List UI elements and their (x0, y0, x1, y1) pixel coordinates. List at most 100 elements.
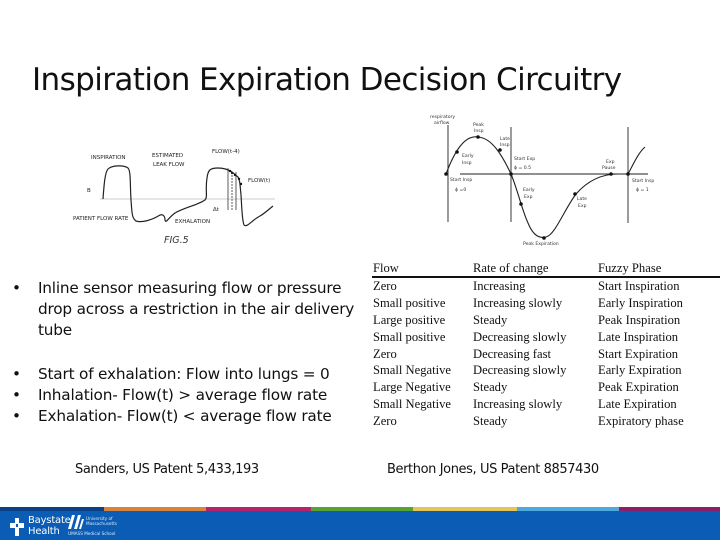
cell-flow: Large Negative (373, 380, 451, 395)
point-peak-exp (542, 236, 546, 240)
flow-waveform (102, 165, 274, 227)
label-flow-t: FLOW(t) (248, 178, 270, 184)
citation-berthon-jones: Berthon Jones, US Patent 8857430 (387, 462, 599, 477)
label-airflow: airflow (434, 120, 450, 126)
fuzzy-phase-table: Flow Rate of change Fuzzy Phase Zero Inc… (372, 262, 720, 428)
point-start-insp-2 (626, 172, 630, 176)
point-exp-pause (609, 172, 613, 176)
baystate-health-wordmark: Baystate Health (28, 515, 71, 537)
footer-bar: Baystate Health University of Massachuse… (0, 511, 720, 540)
point-peak-insp (476, 135, 480, 139)
table-row: Zero Increasing Start Inspiration (372, 278, 720, 295)
airflow-curve (445, 136, 646, 238)
cell-phase: Peak Inspiration (598, 312, 681, 327)
cell-phase: Expiratory phase (598, 414, 684, 429)
label-patient-flow-rate: PATIENT FLOW RATE (73, 216, 129, 222)
label-flow-t4: FLOW(t-4) (212, 149, 240, 155)
point-early-insp (455, 150, 459, 154)
label-exp-pause-2: Pause (602, 165, 616, 171)
cell-phase: Start Expiration (598, 346, 679, 361)
table-row: Small Negative Increasing slowly Late Ex… (372, 396, 720, 413)
cell-rate: Steady (473, 312, 508, 327)
label-delta-t: Δt (213, 207, 220, 213)
table-row: Small Negative Decreasing slowly Early E… (372, 362, 720, 379)
point-early-exp (519, 202, 523, 206)
label-late-exp-2: Exp (578, 203, 587, 209)
umass-wordmark: University of Massachusetts (86, 516, 117, 526)
cell-flow: Small Negative (373, 397, 451, 412)
bullet-text: Inhalation- Flow(t) > average flow rate (38, 386, 328, 404)
label-early: Early (462, 153, 474, 159)
umass-logo-icon (68, 515, 84, 529)
label-exhalation: EXHALATION (175, 219, 210, 225)
cell-rate: Increasing slowly (473, 295, 563, 310)
header-rate-of-change: Rate of change (473, 261, 549, 275)
label-start-exp: Start Exp (514, 156, 535, 162)
bullet-symbol: • (12, 407, 21, 425)
cell-rate: Decreasing slowly (473, 329, 567, 344)
bullet-symbol: • (12, 279, 21, 297)
bh-line2: Health (28, 526, 60, 537)
bh-line1: Baystate (28, 515, 71, 526)
label-b: B (87, 188, 91, 194)
cell-flow: Small positive (373, 295, 446, 310)
fig5-flow-diagram: ESTIMATED LEAK FLOW INSPIRATION FLOW(t-4… (73, 149, 275, 246)
baystate-health-logo-icon (10, 518, 24, 536)
cell-phase: Early Inspiration (598, 295, 683, 310)
cell-rate: Increasing (473, 279, 526, 293)
label-estimated: ESTIMATED (152, 153, 183, 159)
table-row: Large Negative Steady Peak Expiration (372, 379, 720, 396)
cell-flow: Large positive (373, 312, 446, 327)
figure-caption: FIG.5 (164, 235, 189, 246)
table-header: Flow Rate of change Fuzzy Phase (372, 262, 720, 275)
point-late-insp (498, 148, 502, 152)
respiratory-phase-diagram: respiratory airflow Peak Insp Late Insp … (430, 114, 654, 247)
citation-sanders: Sanders, US Patent 5,433,193 (75, 462, 259, 477)
table-row: Small positive Decreasing slowly Late In… (372, 329, 720, 346)
label-early-exp-2: Exp (524, 194, 533, 200)
label-phi-0: ϕ =0 (455, 187, 466, 193)
label-leak-flow: LEAK FLOW (153, 162, 185, 168)
slide-title: Inspiration Expiration Decision Circuitr… (32, 62, 622, 98)
cell-flow: Zero (373, 346, 397, 361)
table-row: Zero Steady Expiratory phase (372, 413, 720, 430)
label-phi-05: ϕ = 0.5 (514, 165, 531, 171)
label-peak: Peak (473, 122, 484, 128)
label-late: Late (500, 136, 510, 142)
label-early-exp-1: Early (523, 187, 535, 193)
cell-flow: Zero (373, 279, 397, 293)
cell-flow: Zero (373, 414, 397, 429)
header-flow: Flow (373, 261, 399, 275)
point-start-exp (509, 172, 513, 176)
cell-phase: Late Expiration (598, 397, 677, 412)
cell-rate: Decreasing slowly (473, 363, 567, 378)
umass-line2: Massachusetts (86, 521, 117, 526)
table-body: Zero Increasing Start Inspiration Small … (372, 278, 720, 430)
label-exp-pause-1: Exp (606, 159, 615, 165)
table-row: Zero Decreasing fast Start Expiration (372, 346, 720, 363)
umass-medical-school: UMASS Medical School (68, 531, 116, 536)
bullet-symbol: • (12, 365, 21, 383)
label-inspiration: INSPIRATION (91, 155, 126, 161)
label-respiratory: respiratory (430, 114, 455, 120)
cell-flow: Small positive (373, 329, 446, 344)
cell-rate: Increasing slowly (473, 397, 563, 412)
point-late-exp (573, 192, 577, 196)
label-peak-insp: Insp (474, 128, 484, 134)
label-phi-1: ϕ = 1 (636, 187, 649, 193)
point-start-insp (444, 172, 448, 176)
bullet-text: Start of exhalation: Flow into lungs = 0 (38, 365, 330, 383)
table-row: Small positive Increasing slowly Early I… (372, 295, 720, 312)
label-start-insp: Start Insp (450, 177, 472, 183)
label-start-insp-2: Start Insp (632, 178, 654, 184)
cell-rate: Steady (473, 380, 508, 395)
cell-rate: Steady (473, 414, 508, 429)
label-late-exp-1: Late (577, 196, 587, 202)
header-fuzzy-phase: Fuzzy Phase (598, 261, 662, 275)
bullet-text: Inline sensor measuring flow or pressure… (38, 279, 355, 339)
bullet-text: Exhalation- Flow(t) < average flow rate (38, 407, 332, 425)
cell-phase: Start Inspiration (598, 279, 680, 293)
cell-phase: Peak Expiration (598, 380, 679, 395)
label-late-insp: Insp (500, 142, 510, 148)
cell-rate: Decreasing fast (473, 346, 551, 361)
